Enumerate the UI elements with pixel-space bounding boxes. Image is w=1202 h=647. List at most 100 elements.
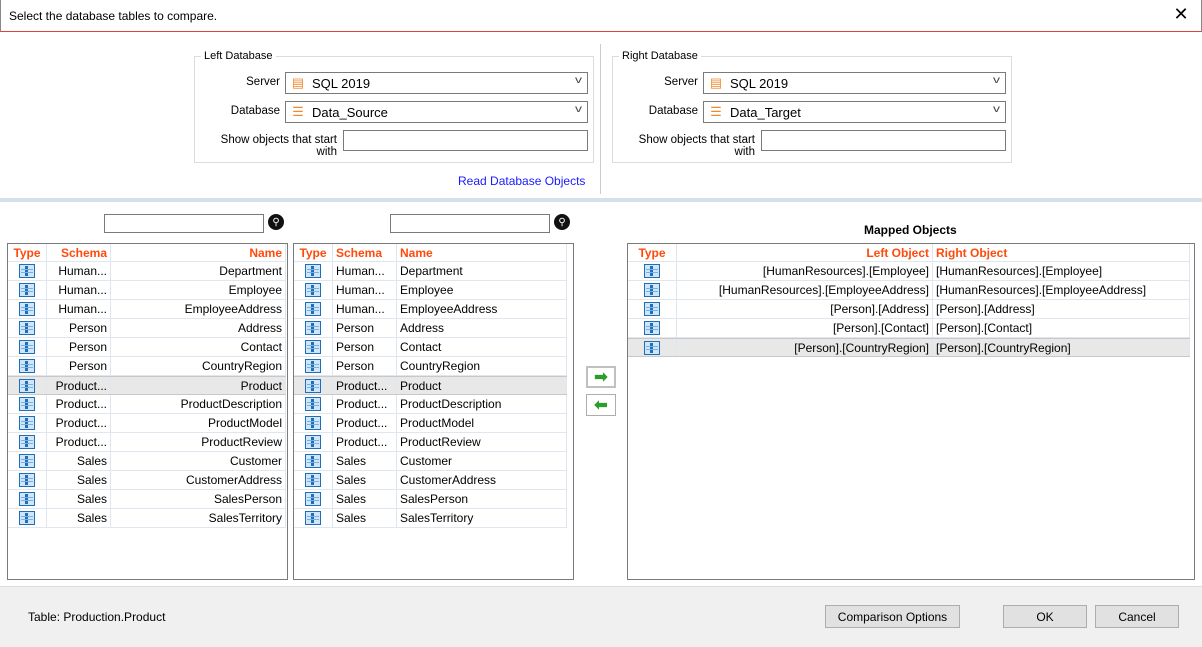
table-row[interactable]: Product... Product [8,376,286,395]
table-cell: SalesTerritory [397,509,567,527]
table-row[interactable]: Product... Product [294,376,567,395]
type-cell [294,414,333,432]
table-cell: Department [397,262,567,280]
table-row[interactable]: Sales SalesPerson [294,490,567,509]
table-cell: [Person].[CountryRegion] [677,339,933,356]
table-row[interactable]: Human... EmployeeAddress [8,300,286,319]
table-row[interactable]: Product... ProductModel [8,414,286,433]
column-header-name[interactable]: Name [111,244,286,261]
right-server-dropdown[interactable]: ▤ SQL 2019 v [703,72,1006,94]
table-cell: ProductModel [111,414,286,432]
type-cell [294,433,333,451]
table-cell: ProductDescription [397,395,567,413]
type-cell [294,452,333,470]
search-icon[interactable]: ⚲ [554,214,570,230]
table-row[interactable]: Person Contact [8,338,286,357]
right-search-input[interactable] [390,214,550,233]
table-cell: Address [397,319,567,337]
column-header-type[interactable]: Type [8,244,47,261]
table-row[interactable]: Sales Customer [8,452,286,471]
table-row[interactable]: Product... ProductDescription [8,395,286,414]
table-icon [19,511,35,525]
table-row[interactable]: Sales Customer [294,452,567,471]
table-row[interactable]: Human... EmployeeAddress [294,300,567,319]
table-icon [19,473,35,487]
left-objects-grid[interactable]: Type Schema Name Human... Department Human...… [7,243,288,580]
table-row[interactable]: [Person].[Contact] [Person].[Contact] [628,319,1190,338]
column-header-schema[interactable]: Schema [47,244,111,261]
table-cell: [HumanResources].[EmployeeAddress] [677,281,933,299]
right-database-dropdown[interactable]: ☰ Data_Target v [703,101,1006,123]
table-cell: Address [111,319,286,337]
table-row[interactable]: [Person].[Address] [Person].[Address] [628,300,1190,319]
table-row[interactable]: Human... Department [294,262,567,281]
table-cell: Sales [333,509,397,527]
table-row[interactable]: Human... Employee [8,281,286,300]
type-cell [8,452,47,470]
type-cell [8,490,47,508]
left-filter-label: Show objects that start with [220,134,337,158]
table-cell: Person [333,357,397,375]
right-filter-label: Show objects that start with [638,134,755,158]
table-cell: [HumanResources].[Employee] [933,262,1190,280]
table-row[interactable]: Sales CustomerAddress [294,471,567,490]
table-row[interactable]: Person Address [8,319,286,338]
column-header-schema[interactable]: Schema [333,244,397,261]
table-icon [19,359,35,373]
table-row[interactable]: Person Address [294,319,567,338]
close-icon[interactable]: ✕ [1169,4,1193,25]
left-database-dropdown[interactable]: ☰ Data_Source v [285,101,588,123]
table-cell: Customer [397,452,567,470]
table-row[interactable]: Sales SalesPerson [8,490,286,509]
right-objects-grid[interactable]: Type Schema Name Human... Department Human...… [293,243,574,580]
table-row[interactable]: Person Contact [294,338,567,357]
table-cell: Person [47,319,111,337]
table-row[interactable]: Person CountryRegion [8,357,286,376]
table-row[interactable]: [HumanResources].[EmployeeAddress] [Human… [628,281,1190,300]
cancel-button[interactable]: Cancel [1095,605,1179,628]
right-filter-input[interactable] [761,130,1006,151]
table-cell: Department [111,262,286,280]
comparison-options-button[interactable]: Comparison Options [825,605,960,628]
column-header-type[interactable]: Type [628,244,677,261]
table-row[interactable]: Product... ProductReview [294,433,567,452]
table-row[interactable]: [HumanResources].[Employee] [HumanResourc… [628,262,1190,281]
table-cell: [Person].[Contact] [933,319,1190,337]
left-search-input[interactable] [104,214,264,233]
read-database-objects-link[interactable]: Read Database Objects [458,174,585,188]
table-row[interactable]: Sales SalesTerritory [8,509,286,528]
table-icon [19,283,35,297]
table-row[interactable]: Product... ProductModel [294,414,567,433]
map-left-button[interactable]: ⬅ [586,394,616,416]
column-header-type[interactable]: Type [294,244,333,261]
table-row[interactable]: Human... Department [8,262,286,281]
table-row[interactable]: Sales SalesTerritory [294,509,567,528]
search-icon[interactable]: ⚲ [268,214,284,230]
table-row[interactable]: Human... Employee [294,281,567,300]
chevron-down-icon: v [993,75,1000,86]
column-header-right_object[interactable]: Right Object [933,244,1190,261]
table-cell: Product... [333,377,397,394]
mapped-objects-grid[interactable]: Type Left Object Right Object [HumanResourc… [627,243,1195,580]
table-row[interactable]: Product... ProductDescription [294,395,567,414]
left-server-dropdown[interactable]: ▤ SQL 2019 v [285,72,588,94]
grid-header: Type Schema Name [8,244,286,262]
type-cell [8,395,47,413]
left-database-value: Data_Source [312,104,388,120]
table-cell: Product... [47,395,111,413]
table-row[interactable]: [Person].[CountryRegion] [Person].[Countr… [628,338,1190,357]
type-cell [8,471,47,489]
table-icon [305,511,321,525]
table-row[interactable]: Product... ProductReview [8,433,286,452]
table-cell: Product... [333,395,397,413]
column-header-name[interactable]: Name [397,244,567,261]
column-header-left_object[interactable]: Left Object [677,244,933,261]
ok-button[interactable]: OK [1003,605,1087,628]
map-right-button[interactable]: ➡ [586,366,616,388]
table-cell: ProductModel [397,414,567,432]
table-row[interactable]: Sales CustomerAddress [8,471,286,490]
table-cell: CountryRegion [111,357,286,375]
type-cell [628,339,677,356]
left-filter-input[interactable] [343,130,588,151]
table-row[interactable]: Person CountryRegion [294,357,567,376]
